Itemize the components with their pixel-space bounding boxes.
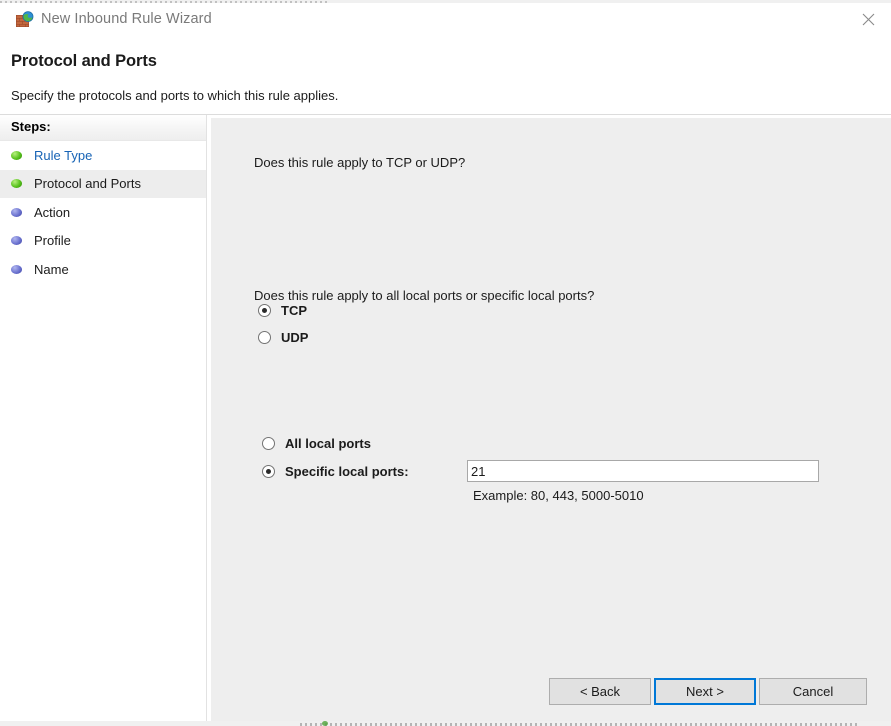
step-bullet-pending-icon: [11, 236, 22, 245]
radio-all-local-ports[interactable]: All local ports: [262, 436, 371, 451]
step-bullet-pending-icon: [11, 265, 22, 274]
page-title: Protocol and Ports: [11, 52, 157, 71]
step-bullet-pending-icon: [11, 208, 22, 217]
radio-protocol-udp[interactable]: UDP: [258, 330, 308, 345]
step-bullet-done-icon: [11, 179, 22, 188]
page-header: Protocol and Ports Specify the protocols…: [0, 39, 891, 115]
protocol-question-label: Does this rule apply to TCP or UDP?: [254, 155, 465, 170]
ports-question-label: Does this rule apply to all local ports …: [254, 288, 594, 303]
sidebar-item-label: Name: [34, 262, 69, 277]
sidebar-item-profile[interactable]: Profile: [0, 227, 206, 256]
radio-indicator-icon: [262, 437, 275, 450]
background-status-dot: [322, 721, 328, 726]
ports-example-hint: Example: 80, 443, 5000-5010: [473, 488, 644, 503]
sidebar-item-label: Rule Type: [34, 148, 92, 163]
sidebar-item-label: Action: [34, 205, 70, 220]
window-title: New Inbound Rule Wizard: [41, 11, 212, 27]
next-button[interactable]: Next >: [654, 678, 756, 705]
close-icon[interactable]: [845, 3, 891, 35]
cancel-button[interactable]: Cancel: [759, 678, 867, 705]
radio-label: All local ports: [285, 436, 371, 451]
radio-indicator-icon: [258, 304, 271, 317]
radio-label: UDP: [281, 330, 308, 345]
back-button[interactable]: < Back: [549, 678, 651, 705]
step-bullet-done-icon: [11, 151, 22, 160]
steps-heading-label: Steps:: [11, 119, 51, 134]
sidebar-item-label: Protocol and Ports: [34, 176, 141, 191]
sidebar-item-name[interactable]: Name: [0, 255, 206, 284]
sidebar-item-label: Profile: [34, 233, 71, 248]
steps-heading: Steps:: [0, 115, 206, 141]
title-bar: New Inbound Rule Wizard: [0, 3, 891, 39]
dialog-button-row: < Back Next > Cancel: [211, 678, 891, 718]
radio-indicator-icon: [258, 331, 271, 344]
sidebar-item-protocol-and-ports[interactable]: Protocol and Ports: [0, 170, 206, 199]
specific-local-ports-input[interactable]: [467, 460, 819, 482]
sidebar-item-rule-type[interactable]: Rule Type: [0, 141, 206, 170]
page-subtitle: Specify the protocols and ports to which…: [11, 88, 338, 103]
radio-specific-local-ports[interactable]: Specific local ports:: [262, 464, 409, 479]
firewall-globe-icon: [15, 11, 34, 30]
dialog-body: Steps: Rule Type Protocol and Ports Acti…: [0, 115, 891, 721]
sidebar-item-action[interactable]: Action: [0, 198, 206, 227]
radio-protocol-tcp[interactable]: TCP: [258, 303, 307, 318]
radio-label: Specific local ports:: [285, 464, 409, 479]
radio-indicator-icon: [262, 465, 275, 478]
steps-sidebar: Steps: Rule Type Protocol and Ports Acti…: [0, 115, 207, 721]
content-pane: Does this rule apply to TCP or UDP? TCP …: [211, 117, 891, 721]
radio-label: TCP: [281, 303, 307, 318]
new-inbound-rule-wizard-dialog: New Inbound Rule Wizard Protocol and Por…: [0, 3, 891, 721]
